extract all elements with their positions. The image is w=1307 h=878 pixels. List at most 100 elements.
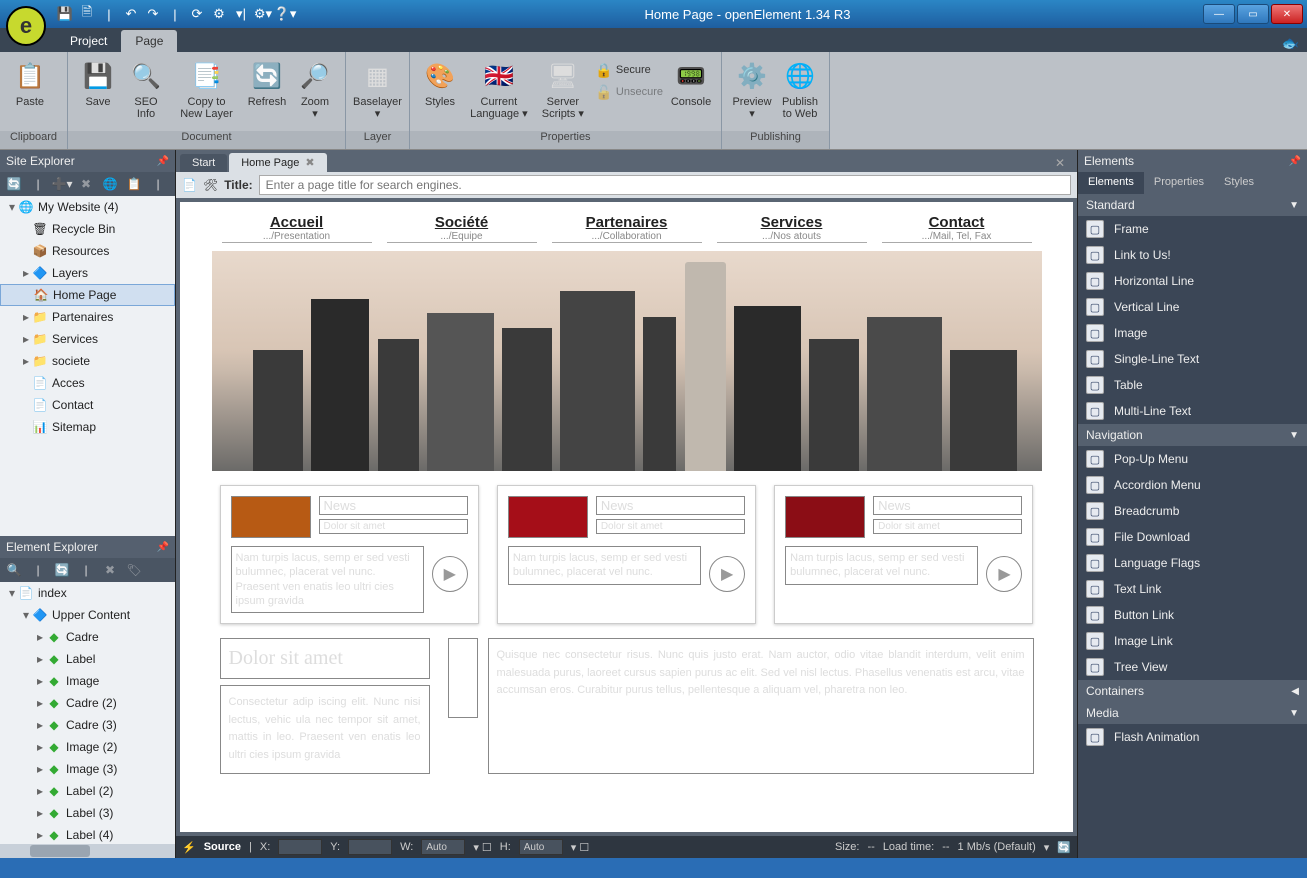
tab-styles[interactable]: Styles: [1214, 172, 1264, 194]
secure-button[interactable]: 🔒Secure: [592, 60, 667, 80]
maximize-button[interactable]: ▭: [1237, 4, 1269, 24]
seo-button[interactable]: 🔍SEO Info: [122, 56, 170, 122]
site-tree[interactable]: ▾🌐My Website (4) 🗑Recycle Bin 📦Resources…: [0, 196, 175, 536]
nav-item[interactable]: Accueil.../Presentation: [222, 214, 372, 243]
element-item[interactable]: ▢Frame: [1078, 216, 1307, 242]
unsecure-button[interactable]: 🔓Unsecure: [592, 82, 667, 102]
source-label[interactable]: Source: [204, 841, 241, 853]
h-input[interactable]: [519, 839, 563, 855]
news-card[interactable]: NewsDolor sit ametNam turpis lacus, semp…: [774, 485, 1033, 624]
element-node[interactable]: ▸◆Image: [0, 670, 175, 692]
copy-icon[interactable]: 📋: [126, 176, 142, 192]
x-input[interactable]: [278, 839, 322, 855]
nav-item[interactable]: Services.../Nos atouts: [717, 214, 867, 243]
section-header[interactable]: Containers◀: [1078, 680, 1307, 702]
element-node[interactable]: ▸◆Label (3): [0, 802, 175, 824]
refresh-icon[interactable]: 🔄: [54, 562, 70, 578]
element-node[interactable]: ▸◆Cadre (3): [0, 714, 175, 736]
close-tab-icon[interactable]: ✖: [305, 156, 314, 169]
play-icon[interactable]: ▶: [432, 556, 468, 592]
hero-image[interactable]: [212, 251, 1042, 471]
save-button[interactable]: 💾Save: [74, 56, 122, 110]
tree-home-page[interactable]: 🏠Home Page: [0, 284, 175, 306]
section-header[interactable]: Media▼: [1078, 702, 1307, 724]
pin-icon[interactable]: 📌: [157, 542, 169, 553]
close-all-icon[interactable]: ✕: [1049, 154, 1071, 172]
console-button[interactable]: 📟Console: [667, 56, 715, 110]
add-icon[interactable]: ➕▾: [54, 176, 70, 192]
element-item[interactable]: ▢Breadcrumb: [1078, 498, 1307, 524]
element-node[interactable]: ▸◆Label: [0, 648, 175, 670]
element-item[interactable]: ▢Multi-Line Text: [1078, 398, 1307, 424]
y-input[interactable]: [348, 839, 392, 855]
element-item[interactable]: ▢File Download: [1078, 524, 1307, 550]
element-node[interactable]: ▸◆Cadre (2): [0, 692, 175, 714]
paste-button[interactable]: 📋Paste: [6, 56, 54, 110]
zoom-button[interactable]: 🔎Zoom ▾: [291, 56, 339, 122]
element-node[interactable]: ▸◆Cadre: [0, 626, 175, 648]
element-node[interactable]: ▸◆Image (3): [0, 758, 175, 780]
element-node[interactable]: ▸◆Label (4): [0, 824, 175, 844]
element-item[interactable]: ▢Accordion Menu: [1078, 472, 1307, 498]
element-item[interactable]: ▢Flash Animation: [1078, 724, 1307, 750]
title-input[interactable]: [259, 175, 1071, 195]
nav-item[interactable]: Partenaires.../Collaboration: [552, 214, 702, 243]
preview-button[interactable]: ⚙️Preview ▾: [728, 56, 776, 122]
qa-undo-icon[interactable]: ↶: [122, 5, 140, 23]
language-button[interactable]: 🇬🇧Current Language ▾: [464, 56, 534, 122]
nav-item[interactable]: Société.../Equipe: [387, 214, 537, 243]
search-icon[interactable]: 🔍: [6, 562, 22, 578]
minimize-button[interactable]: —: [1203, 4, 1235, 24]
globe-icon[interactable]: 🌐: [102, 176, 118, 192]
tool-icon[interactable]: 🛠: [203, 178, 218, 192]
pin-icon[interactable]: 📌: [157, 156, 169, 167]
news-card[interactable]: NewsDolor sit ametNam turpis lacus, semp…: [220, 485, 479, 624]
qa-redo-icon[interactable]: ↷: [144, 5, 162, 23]
styles-button[interactable]: 🎨Styles: [416, 56, 464, 110]
element-item[interactable]: ▢Button Link: [1078, 602, 1307, 628]
copy-layer-button[interactable]: 📑Copy to New Layer: [170, 56, 243, 122]
element-item[interactable]: ▢Horizontal Line: [1078, 268, 1307, 294]
tab-home[interactable]: Home Page✖: [229, 153, 326, 172]
tab-page[interactable]: Page: [121, 30, 177, 52]
baselayer-button[interactable]: ▦Baselayer ▾: [352, 56, 403, 122]
tab-properties[interactable]: Properties: [1144, 172, 1214, 194]
tab-start[interactable]: Start: [180, 154, 227, 172]
delete-icon[interactable]: ✖: [102, 562, 118, 578]
element-item[interactable]: ▢Image Link: [1078, 628, 1307, 654]
refresh-button[interactable]: 🔄Refresh: [243, 56, 291, 110]
delete-icon[interactable]: ✖: [78, 176, 94, 192]
page-icon[interactable]: 📄: [182, 178, 197, 192]
nav-item[interactable]: Contact.../Mail, Tel, Fax: [882, 214, 1032, 243]
design-canvas[interactable]: Accueil.../Presentation Société.../Equipe…: [180, 202, 1073, 832]
element-item[interactable]: ▢Pop-Up Menu: [1078, 446, 1307, 472]
tag-icon[interactable]: 🏷: [126, 562, 142, 578]
scripts-button[interactable]: 🖥Server Scripts ▾: [534, 56, 592, 122]
element-item[interactable]: ▢Tree View: [1078, 654, 1307, 680]
horizontal-scrollbar[interactable]: [0, 844, 175, 858]
element-item[interactable]: ▢Table: [1078, 372, 1307, 398]
qa-help-icon[interactable]: ❔▾: [276, 5, 294, 23]
close-button[interactable]: ✕: [1271, 4, 1303, 24]
element-item[interactable]: ▢Text Link: [1078, 576, 1307, 602]
qa-gear-icon[interactable]: ⚙: [210, 5, 228, 23]
refresh-icon[interactable]: 🔄: [1057, 841, 1071, 854]
tab-elements[interactable]: Elements: [1078, 172, 1144, 194]
element-item[interactable]: ▢Language Flags: [1078, 550, 1307, 576]
lower-heading[interactable]: Dolor sit amet: [220, 638, 430, 679]
tab-project[interactable]: Project: [56, 30, 121, 52]
element-item[interactable]: ▢Image: [1078, 320, 1307, 346]
fish-icon[interactable]: 🐟: [1282, 35, 1299, 52]
section-header[interactable]: Navigation▼: [1078, 424, 1307, 446]
element-item[interactable]: ▢Vertical Line: [1078, 294, 1307, 320]
w-input[interactable]: [421, 839, 465, 855]
pin-icon[interactable]: 📌: [1289, 156, 1301, 167]
element-node[interactable]: ▸◆Image (2): [0, 736, 175, 758]
element-item[interactable]: ▢Link to Us!: [1078, 242, 1307, 268]
qa-settings-icon[interactable]: ⚙▾: [254, 5, 272, 23]
publish-button[interactable]: 🌐Publish to Web: [776, 56, 824, 122]
play-icon[interactable]: ▶: [709, 556, 745, 592]
lower-text-1[interactable]: Consectetur adip iscing elit. Nunc nisi …: [220, 685, 430, 773]
qa-refresh-icon[interactable]: ⟳: [188, 5, 206, 23]
qa-save-icon[interactable]: 💾: [56, 5, 74, 23]
